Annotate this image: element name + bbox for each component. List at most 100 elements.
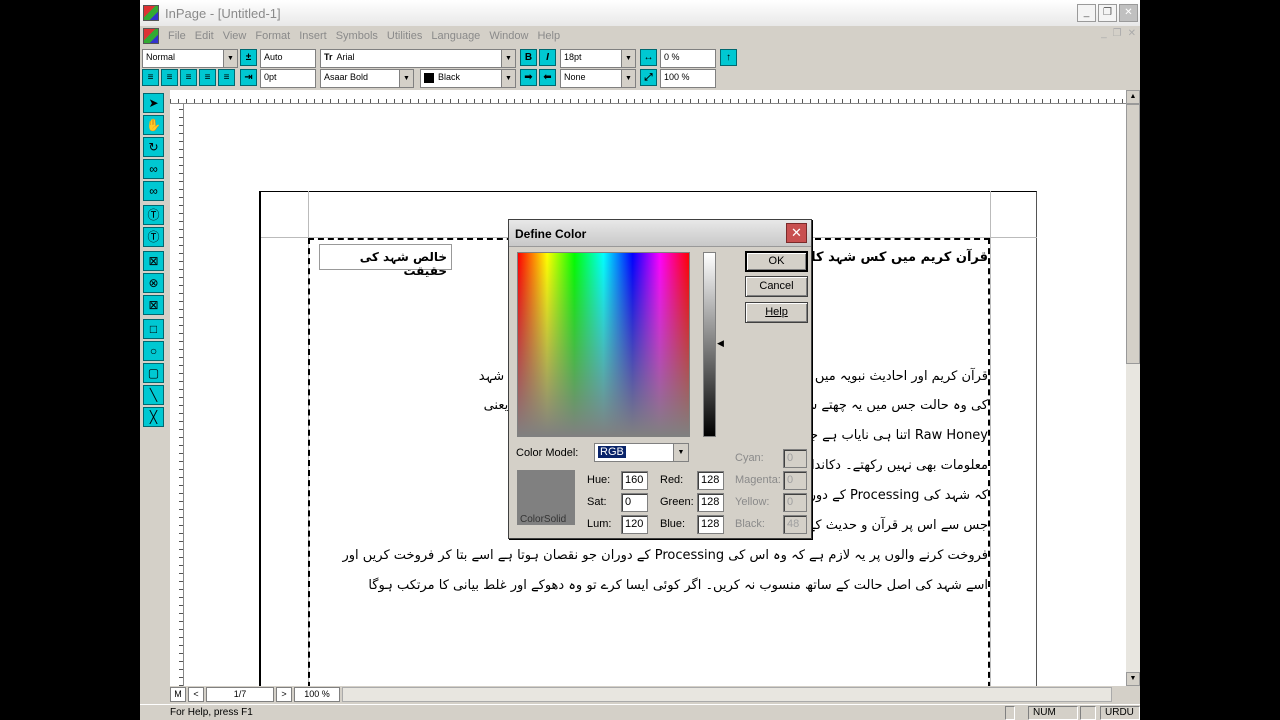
mdi-close-icon[interactable]: ✕ xyxy=(1128,28,1136,39)
italic-button[interactable]: I xyxy=(539,49,556,66)
minimize-button[interactable]: _ xyxy=(1077,4,1096,22)
baseline-up-icon[interactable]: ↑ xyxy=(720,49,737,66)
horizontal-scrollbar[interactable] xyxy=(342,687,1112,702)
direction-rtl-icon[interactable]: ➡ xyxy=(520,69,537,86)
menu-symbols[interactable]: Symbols xyxy=(336,30,378,42)
rotate-tool-icon[interactable]: ↻ xyxy=(143,137,164,157)
secondary-font-select[interactable]: Asaar Bold xyxy=(320,69,414,88)
align-center-icon[interactable]: ≡ xyxy=(161,69,178,86)
menu-window[interactable]: Window xyxy=(489,30,528,42)
menu-help[interactable]: Help xyxy=(537,30,560,42)
master-page-button[interactable]: M xyxy=(170,687,186,702)
font-name: Arial xyxy=(336,52,355,62)
magenta-label: Magenta: xyxy=(735,474,781,486)
picture-box-alt-tool-icon[interactable]: ⊠ xyxy=(143,295,164,315)
zoom-field[interactable]: 100 % xyxy=(294,687,340,702)
leading-icon[interactable]: ± xyxy=(240,49,257,66)
ok-button[interactable]: OK xyxy=(745,251,808,272)
mdi-restore-icon[interactable]: ❐ xyxy=(1113,28,1122,39)
mdi-minimize-icon[interactable]: _ xyxy=(1101,28,1107,39)
color-swatch-icon xyxy=(424,72,434,83)
next-page-button[interactable]: > xyxy=(276,687,292,702)
body-line: فروخت کرنے والوں پر یہ لازم ہے کہ وہ اس … xyxy=(342,548,988,563)
num-lock-indicator: NUM xyxy=(1028,706,1078,720)
scroll-thumb[interactable] xyxy=(1126,104,1140,364)
vertical-scrollbar[interactable]: ▲ ▼ xyxy=(1126,90,1140,686)
color-name: Black xyxy=(438,72,461,82)
menu-insert[interactable]: Insert xyxy=(299,30,327,42)
luminosity-pointer-icon[interactable]: ◀ xyxy=(717,338,724,349)
black-field[interactable]: 48 xyxy=(783,515,807,534)
scroll-up-icon[interactable]: ▲ xyxy=(1126,90,1140,104)
dialog-close-icon[interactable]: ✕ xyxy=(786,223,807,243)
tracking-icon[interactable]: ↔ xyxy=(640,49,657,66)
menu-language[interactable]: Language xyxy=(431,30,480,42)
left-letterbox xyxy=(0,0,140,720)
align-left-icon[interactable]: ≡ xyxy=(142,69,159,86)
help-button[interactable]: Help xyxy=(745,302,808,323)
color-select[interactable]: Black xyxy=(420,69,516,88)
indent-field[interactable]: 0pt xyxy=(260,69,316,88)
lum-field[interactable]: 120 xyxy=(621,515,648,534)
page-number-field[interactable]: 1/7 xyxy=(206,687,274,702)
cyan-field[interactable]: 0 xyxy=(783,449,807,468)
status-cell xyxy=(1080,706,1096,720)
green-field[interactable]: 128 xyxy=(697,493,724,512)
text-box-tool-icon[interactable]: Ⓣ xyxy=(143,205,164,225)
black-label: Black: xyxy=(735,518,765,530)
rounded-rect-tool-icon[interactable]: ▢ xyxy=(143,363,164,383)
hue-field[interactable]: 160 xyxy=(621,471,648,490)
align-right-icon[interactable]: ≡ xyxy=(180,69,197,86)
color-solid-label: ColorSolid xyxy=(520,514,567,525)
scale-icon[interactable]: ⤢ xyxy=(640,69,657,86)
line-tool-icon[interactable]: ╲ xyxy=(143,385,164,405)
title-bar: InPage - [Untitled-1] _ ❐ ✕ xyxy=(140,0,1140,26)
pointer-tool-icon[interactable]: ➤ xyxy=(143,93,164,113)
unlink-tool-icon[interactable]: ∞ xyxy=(143,181,164,201)
cross-line-tool-icon[interactable]: ╳ xyxy=(143,407,164,427)
style-select[interactable]: Normal xyxy=(142,49,238,68)
indent-icon[interactable]: ⇥ xyxy=(240,69,257,86)
direction-ltr-icon[interactable]: ⬅ xyxy=(539,69,556,86)
luminosity-slider[interactable] xyxy=(703,252,716,437)
menu-format[interactable]: Format xyxy=(255,30,290,42)
shade-select[interactable]: None xyxy=(560,69,636,88)
bold-button[interactable]: B xyxy=(520,49,537,66)
tracking-field[interactable]: 0 % xyxy=(660,49,716,68)
leading-field[interactable]: Auto xyxy=(260,49,316,68)
font-select[interactable]: Tr Arial xyxy=(320,49,516,68)
maximize-button[interactable]: ❐ xyxy=(1098,4,1117,22)
link-tool-icon[interactable]: ∞ xyxy=(143,159,164,179)
color-model-select[interactable]: RGB xyxy=(594,443,689,462)
vertical-ruler[interactable] xyxy=(170,104,184,686)
rectangle-tool-icon[interactable]: □ xyxy=(143,319,164,339)
document-icon[interactable] xyxy=(143,28,159,44)
justify-icon[interactable]: ≡ xyxy=(199,69,216,86)
dialog-title: Define Color ✕ xyxy=(509,220,811,247)
picture-oval-tool-icon[interactable]: ⊗ xyxy=(143,273,164,293)
scroll-down-icon[interactable]: ▼ xyxy=(1126,672,1140,686)
font-size-select[interactable]: 18pt xyxy=(560,49,636,68)
red-field[interactable]: 128 xyxy=(697,471,724,490)
magenta-field[interactable]: 0 xyxy=(783,471,807,490)
text-box-rtl-tool-icon[interactable]: Ⓣ xyxy=(143,227,164,247)
color-spectrum[interactable] xyxy=(517,252,690,437)
cancel-button[interactable]: Cancel xyxy=(745,276,808,297)
yellow-field[interactable]: 0 xyxy=(783,493,807,512)
language-indicator: URDU xyxy=(1100,706,1140,720)
red-label: Red: xyxy=(660,474,684,486)
menu-view[interactable]: View xyxy=(223,30,247,42)
menu-edit[interactable]: Edit xyxy=(195,30,214,42)
menu-utilities[interactable]: Utilities xyxy=(387,30,422,42)
horizontal-ruler[interactable] xyxy=(170,90,1126,104)
blue-field[interactable]: 128 xyxy=(697,515,724,534)
scale-field[interactable]: 100 % xyxy=(660,69,716,88)
sat-field[interactable]: 0 xyxy=(621,493,648,512)
oval-tool-icon[interactable]: ○ xyxy=(143,341,164,361)
justify-all-icon[interactable]: ≡ xyxy=(218,69,235,86)
hand-tool-icon[interactable]: ✋ xyxy=(143,115,164,135)
previous-page-button[interactable]: < xyxy=(188,687,204,702)
menu-file[interactable]: File xyxy=(168,30,186,42)
close-button[interactable]: ✕ xyxy=(1119,4,1138,22)
picture-box-tool-icon[interactable]: ⊠ xyxy=(143,251,164,271)
